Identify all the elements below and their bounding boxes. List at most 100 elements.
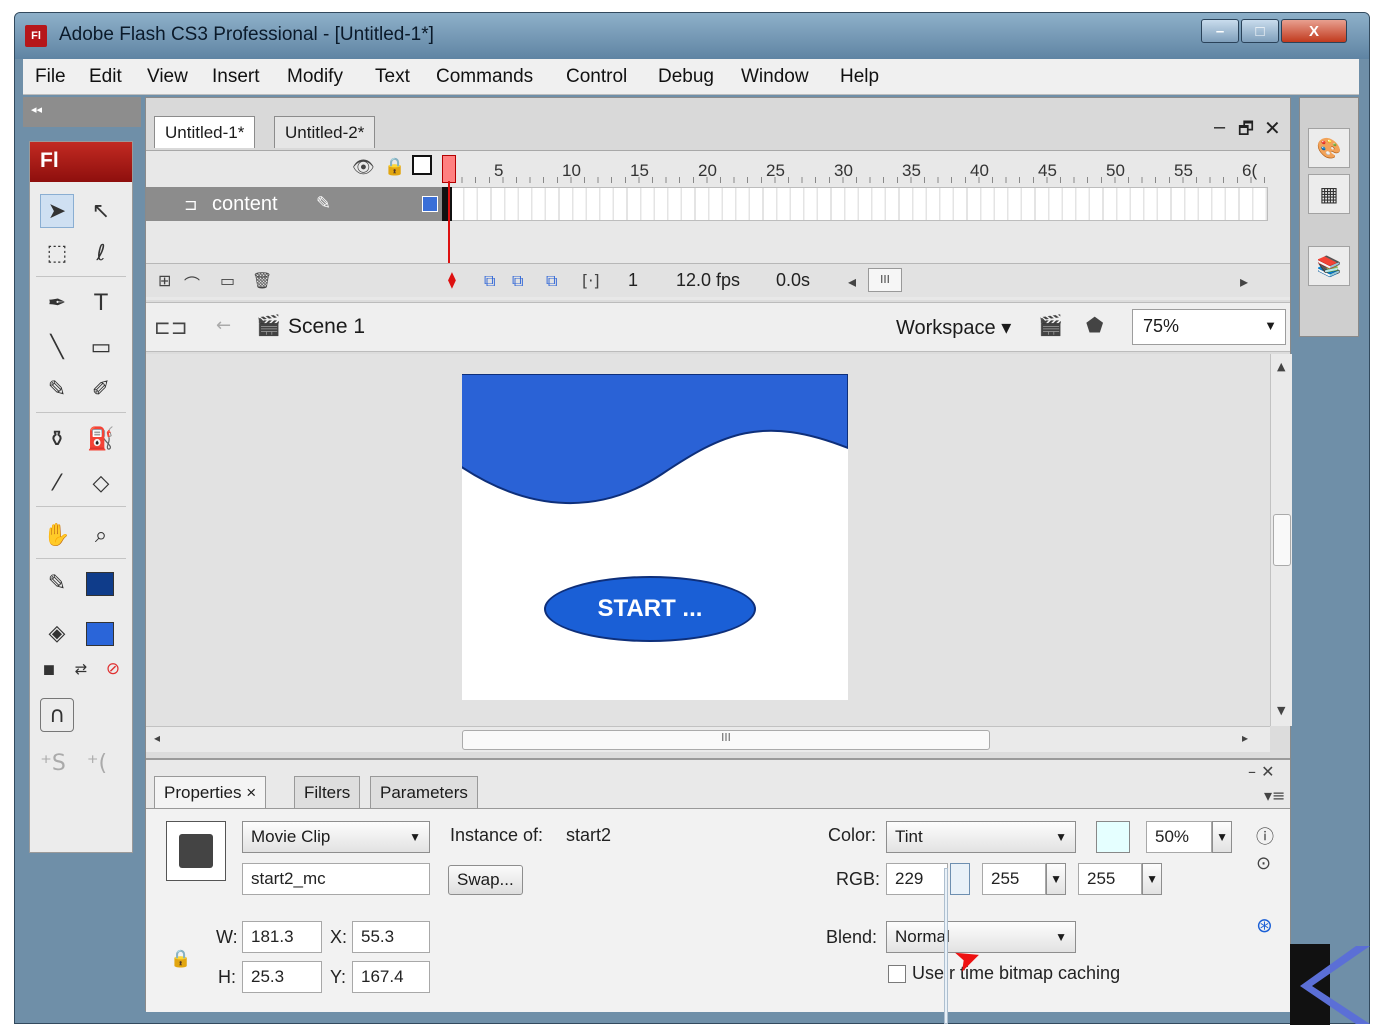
library-icon[interactable]: 📚 (1308, 246, 1350, 286)
menu-edit[interactable]: Edit (89, 66, 122, 88)
straighten-icon[interactable]: ⁺( (80, 746, 114, 780)
playhead[interactable] (442, 155, 456, 183)
menu-insert[interactable]: Insert (212, 66, 260, 88)
black-white-icon[interactable]: ◼ (32, 652, 66, 686)
scroll-up-icon[interactable]: ▲ (1277, 360, 1285, 373)
frame-rate[interactable]: 12.0 fps (676, 270, 740, 291)
snap-magnet-icon[interactable]: ∩ (40, 698, 74, 732)
timeline-ruler[interactable]: 5 10 15 20 25 30 35 40 45 50 55 6( (448, 155, 1268, 183)
close-button[interactable]: X (1281, 19, 1347, 43)
maximize-button[interactable]: □ (1241, 19, 1279, 43)
start-button-movieclip[interactable]: START ... (544, 576, 756, 642)
menu-modify[interactable]: Modify (287, 66, 343, 88)
brush-icon[interactable]: ✐ (84, 372, 118, 406)
menu-window[interactable]: Window (741, 66, 809, 88)
menu-view[interactable]: View (147, 66, 188, 88)
tab-properties[interactable]: Properties × (154, 776, 267, 808)
tab-untitled-1[interactable]: Untitled-1* (154, 116, 256, 148)
green-dropdown[interactable]: ▼ (1046, 863, 1066, 895)
tint-color-swatch[interactable] (1096, 821, 1130, 853)
pen-icon[interactable]: ✒ (40, 286, 74, 320)
stage-horizontal-scrollbar[interactable]: ◂ III ▸ (146, 726, 1270, 752)
eyedropper-icon[interactable]: ⁄ (40, 466, 74, 500)
tab-parameters[interactable]: Parameters (370, 776, 478, 808)
modify-markers-icon[interactable]: [·] (582, 271, 600, 290)
layer-content[interactable]: ⊐ content ✎ (146, 187, 442, 221)
timeline-scroll-thumb[interactable]: III (868, 268, 902, 292)
panel-options-icon[interactable]: ▾≡ (1264, 786, 1285, 805)
timeline-toggle-icon[interactable]: ⊏⊐ (154, 315, 188, 339)
menu-help[interactable]: Help (840, 66, 879, 88)
edit-multiple-icon[interactable]: ⧉ (546, 271, 557, 291)
minimize-button[interactable]: – (1201, 19, 1239, 43)
zoom-select[interactable]: 75% ▼ (1132, 309, 1286, 345)
scene-label[interactable]: Scene 1 (288, 315, 365, 339)
width-input[interactable]: 181.3 (242, 921, 322, 953)
selection-arrow-icon[interactable]: ➤ (40, 194, 74, 228)
swap-button[interactable]: Swap... (448, 865, 523, 895)
stroke-color-swatch[interactable] (86, 572, 114, 596)
lock-proportions-icon[interactable]: 🔒 (170, 949, 191, 969)
tint-percent-dropdown[interactable]: ▼ (1212, 821, 1232, 853)
free-transform-icon[interactable]: ⬚ (40, 236, 74, 270)
swap-colors-icon[interactable]: ⇄ (64, 652, 98, 686)
doc-restore-icon[interactable]: 🗗 (1238, 116, 1254, 145)
rectangle-icon[interactable]: ▭ (84, 330, 118, 364)
tab-untitled-2[interactable]: Untitled-2* (274, 116, 376, 148)
workspace-menu[interactable]: Workspace ▾ (896, 315, 1011, 340)
wave-shape[interactable] (462, 374, 848, 700)
help-icon[interactable]: ⓘ (1256, 823, 1274, 849)
back-arrow-icon[interactable]: ← (216, 315, 231, 336)
swatches-icon[interactable]: ▦ (1308, 174, 1350, 214)
stage[interactable]: START ... (462, 374, 848, 700)
height-input[interactable]: 25.3 (242, 961, 322, 993)
menu-control[interactable]: Control (566, 66, 627, 88)
doc-close-icon[interactable]: ✕ (1264, 116, 1281, 141)
scroll-left-icon[interactable]: ◂ (848, 272, 856, 291)
menu-text[interactable]: Text (375, 66, 410, 88)
y-input[interactable]: 167.4 (352, 961, 430, 993)
scroll-right-icon[interactable]: ▸ (1240, 272, 1248, 291)
tint-percent-input[interactable]: 50% (1146, 821, 1212, 853)
smooth-icon[interactable]: ⁺S (36, 746, 70, 780)
new-folder-icon[interactable]: ▭ (220, 271, 235, 290)
panel-minimize-icon[interactable]: – ✕ (1248, 762, 1275, 781)
instance-name-input[interactable]: start2_mc (242, 863, 430, 895)
blue-wave[interactable] (462, 374, 848, 504)
onion-skin-icon[interactable]: ⧉ (484, 271, 495, 291)
subselection-arrow-icon[interactable]: ↖ (84, 194, 118, 228)
red-dropdown[interactable] (950, 863, 970, 895)
pasteboard[interactable]: START ... (146, 354, 1270, 726)
horizontal-scroll-thumb[interactable]: III (462, 730, 990, 750)
color-palette-icon[interactable]: 🎨 (1308, 128, 1350, 168)
scroll-left-icon[interactable]: ◂ (154, 731, 160, 745)
menu-debug[interactable]: Debug (658, 66, 714, 88)
text-icon[interactable]: T (84, 286, 118, 320)
outline-icon[interactable] (412, 155, 432, 175)
paint-bucket-icon[interactable]: ⛽ (84, 422, 118, 456)
fill-color-swatch[interactable] (86, 622, 114, 646)
no-color-icon[interactable]: ⊘ (96, 652, 130, 686)
line-icon[interactable]: ╲ (40, 330, 74, 364)
blue-dropdown[interactable]: ▼ (1142, 863, 1162, 895)
eraser-icon[interactable]: ◇ (84, 466, 118, 500)
bitmap-caching-checkbox[interactable] (888, 965, 906, 983)
eye-icon[interactable]: 👁 (352, 157, 375, 178)
lock-icon[interactable]: 🔒 (384, 157, 405, 177)
ink-bottle-icon[interactable]: ⚱ (40, 422, 74, 456)
scroll-down-icon[interactable]: ▼ (1277, 704, 1285, 717)
hand-icon[interactable]: ✋ (40, 518, 74, 552)
zoom-icon[interactable]: ⌕ (84, 518, 118, 552)
scroll-right-icon[interactable]: ▸ (1242, 731, 1248, 745)
green-input[interactable]: 255 (982, 863, 1046, 895)
x-input[interactable]: 55.3 (352, 921, 430, 953)
expand-icon[interactable]: ⊙ (1256, 853, 1271, 874)
delete-layer-icon[interactable]: 🗑 (252, 271, 272, 290)
center-frame-icon[interactable]: ⧫ (448, 270, 456, 289)
frame-cells[interactable] (450, 187, 1268, 221)
new-layer-icon[interactable]: ⊞ (158, 271, 171, 290)
edit-scene-icon[interactable]: 🎬 (1038, 313, 1063, 337)
menu-file[interactable]: File (35, 66, 66, 88)
keyframe[interactable] (442, 187, 452, 221)
blend-mode-select[interactable]: Normal ▼ (886, 921, 1076, 953)
